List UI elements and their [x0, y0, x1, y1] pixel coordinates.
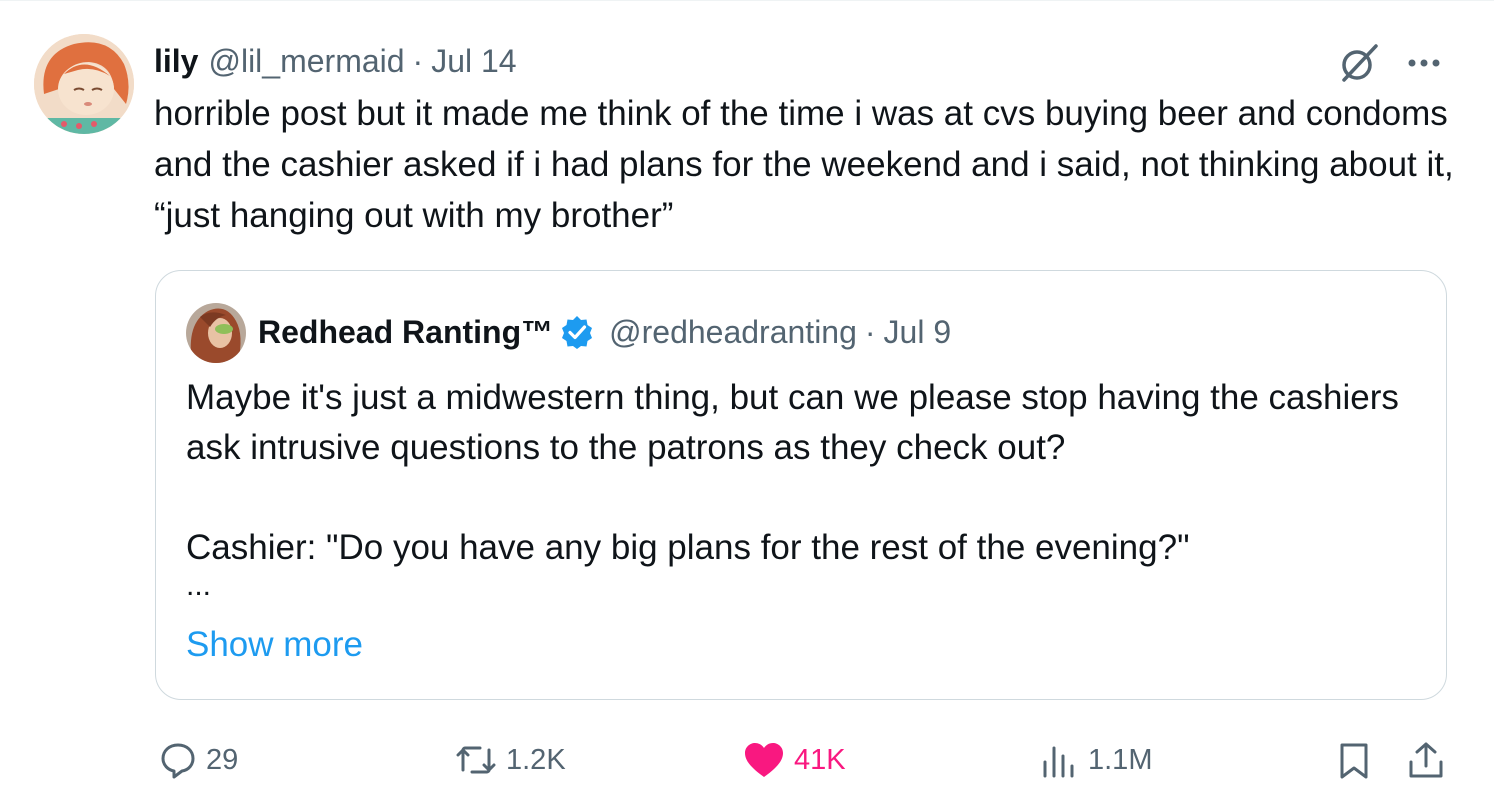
bookmark-icon	[1340, 743, 1368, 779]
like-count: 41K	[794, 743, 846, 776]
author-name[interactable]: lily	[154, 43, 198, 80]
quoted-ellipsis: ...	[186, 569, 212, 602]
top-divider	[0, 0, 1494, 1]
action-bar: 29 1.2K 41K 1.1M	[0, 730, 1494, 790]
author-handle[interactable]: @lil_mermaid	[208, 43, 404, 80]
grok-icon[interactable]	[1336, 40, 1382, 86]
tweet-text: horrible post but it made me think of th…	[154, 94, 1454, 235]
reply-icon	[161, 743, 195, 779]
reply-count: 29	[206, 743, 239, 776]
quoted-paragraph-2: Cashier: "Do you have any big plans for …	[186, 528, 1190, 567]
separator: ·	[412, 42, 424, 79]
quoted-avatar-image	[186, 303, 246, 363]
show-more-link[interactable]: Show more	[186, 625, 363, 665]
quoted-author-name[interactable]: Redhead Ranting™	[258, 314, 553, 351]
quoted-tweet-date[interactable]: Jul 9	[884, 314, 952, 351]
quoted-tweet-card[interactable]: Redhead Ranting™ @redheadranting · Jul 9…	[155, 270, 1447, 700]
share-button[interactable]	[1406, 730, 1446, 790]
repost-count: 1.2K	[506, 743, 566, 776]
avatar-image	[34, 34, 134, 134]
views-icon	[1043, 746, 1074, 778]
tweet-header: lily @lil_mermaid · Jul 14	[154, 38, 517, 84]
repost-icon	[456, 746, 496, 774]
quoted-author-handle[interactable]: @redheadranting	[609, 314, 857, 351]
views-count: 1.1M	[1088, 743, 1153, 776]
tweet-date[interactable]: Jul 14	[431, 43, 516, 80]
reply-button[interactable]: 29	[158, 730, 238, 790]
repost-button[interactable]: 1.2K	[454, 730, 566, 790]
bookmark-button[interactable]	[1334, 730, 1374, 790]
quoted-tweet-text: Maybe it's just a midwestern thing, but …	[186, 373, 1426, 573]
heart-icon	[745, 743, 783, 777]
more-icon[interactable]	[1400, 40, 1448, 86]
share-icon	[1409, 742, 1443, 778]
quoted-paragraph-1: Maybe it's just a midwestern thing, but …	[186, 378, 1399, 467]
quoted-separator: ·	[864, 313, 876, 350]
verified-badge-icon	[562, 316, 593, 349]
like-button[interactable]: 41K	[742, 730, 846, 790]
quoted-author-avatar[interactable]	[186, 303, 246, 363]
author-avatar[interactable]	[34, 34, 134, 134]
quoted-tweet-header: Redhead Ranting™ @redheadranting · Jul 9	[258, 309, 951, 355]
views-button[interactable]: 1.1M	[1040, 730, 1152, 790]
